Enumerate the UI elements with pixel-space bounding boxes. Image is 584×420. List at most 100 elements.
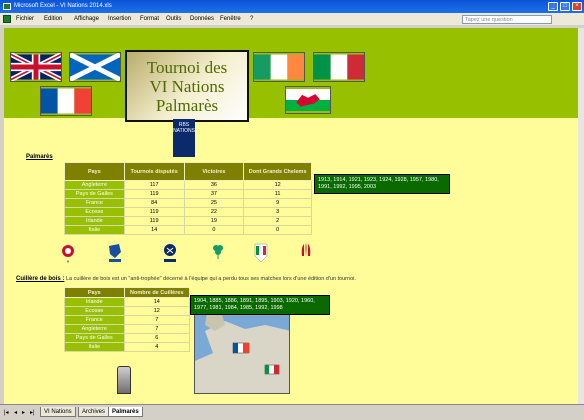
cell-victoires[interactable]: 19 (183, 216, 245, 226)
cell-cuilleres[interactable]: 4 (123, 342, 191, 352)
cuillere-table: Pays Nombre de Cuillères Irlande 14 Ecoss… (64, 287, 191, 352)
cell-tournois[interactable]: 117 (123, 180, 185, 190)
question-input[interactable]: Tapez une question (462, 15, 552, 24)
cell-cuilleres[interactable]: 12 (123, 306, 191, 316)
cuillere-label: Cuillère de bois : (16, 276, 65, 282)
tab-archives[interactable]: Archives (78, 407, 110, 417)
cell-tournois[interactable]: 119 (123, 207, 185, 217)
italy-fir-icon (254, 243, 268, 263)
cell-victoires[interactable]: 37 (183, 189, 245, 199)
cell-pays[interactable]: Italie (64, 342, 125, 352)
close-button[interactable]: × (572, 2, 582, 11)
cell-gc[interactable]: 11 (243, 189, 312, 199)
cell-gc[interactable]: 12 (243, 180, 312, 190)
ireland-flag-icon (253, 52, 305, 82)
last-sheet-nav-icon[interactable]: ▸| (30, 409, 35, 416)
menu-donnees[interactable]: Données (190, 13, 214, 25)
table-row: Pays de Galles 119 37 11 (64, 189, 312, 199)
cell-tournois[interactable]: 14 (123, 225, 185, 235)
cell-cuilleres[interactable]: 14 (123, 297, 191, 307)
france-flag-icon (40, 86, 92, 116)
col-header-pays: Pays (64, 162, 125, 181)
vertical-scrollbar[interactable] (578, 28, 584, 404)
cell-gc[interactable]: 0 (243, 225, 312, 235)
cell-pays[interactable]: Pays de Galles (64, 333, 125, 343)
scotland-flag-icon (69, 52, 121, 82)
worksheet[interactable]: Tournoi des VI Nations Palmarès RBS NATI… (4, 28, 578, 404)
cell-pays[interactable]: Ecosse (64, 306, 125, 316)
cell-pays[interactable]: Italie (64, 225, 125, 235)
col-header-victoires: Victoires (183, 162, 245, 181)
cell-victoires[interactable]: 25 (183, 198, 245, 208)
table-row: Ecosse 12 (64, 306, 191, 316)
menu-help[interactable]: ? (250, 13, 253, 25)
col-header-grands-chelems: Dont Grands Chelems (243, 162, 312, 181)
ffr-cockerel-icon (109, 244, 121, 262)
title-banner: Tournoi des VI Nations Palmarès (125, 50, 249, 122)
col-header-tournois: Tournois disputés (123, 162, 185, 181)
cell-tournois[interactable]: 84 (123, 198, 185, 208)
cell-pays[interactable]: Ecosse (64, 207, 125, 217)
england-flag-icon (10, 52, 62, 82)
sheet-tab-bar: |◂ ◂ ▸ ▸| VI Nations Archives Palmarès (0, 404, 584, 420)
col-header-pays: Pays (64, 287, 125, 298)
cell-cuilleres[interactable]: 7 (123, 324, 191, 334)
minimize-button[interactable]: _ (548, 2, 558, 11)
table-row: Angleterre 7 (64, 324, 191, 334)
cell-pays[interactable]: Irlande (64, 297, 125, 307)
cell-victoires[interactable]: 0 (183, 225, 245, 235)
menu-fichier[interactable]: Fichier (16, 13, 34, 25)
cell-pays[interactable]: Pays de Galles (64, 189, 125, 199)
cell-pays[interactable]: Angleterre (64, 180, 125, 190)
england-rose-icon: ⚘ (62, 245, 74, 264)
cell-victoires[interactable]: 22 (183, 207, 245, 217)
cell-cuilleres[interactable]: 6 (123, 333, 191, 343)
cell-pays[interactable]: France (64, 315, 125, 325)
menu-edition[interactable]: Edition (44, 13, 62, 25)
menu-outils[interactable]: Outils (166, 13, 181, 25)
cell-pays[interactable]: France (64, 198, 125, 208)
cell-gc[interactable]: 3 (243, 207, 312, 217)
table-row: Italie 4 (64, 342, 191, 352)
menu-insertion[interactable]: Insertion (108, 13, 131, 25)
wooden-spoon-trophy (117, 366, 131, 394)
maximize-button[interactable]: □ (560, 2, 570, 11)
cell-victoires[interactable]: 36 (183, 180, 245, 190)
banner-title: Tournoi des VI Nations Palmarès (146, 57, 228, 115)
map-image (195, 311, 289, 393)
cell-cuilleres[interactable]: 7 (123, 315, 191, 325)
table-row: Irlande 14 (64, 297, 191, 307)
menu-format[interactable]: Format (140, 13, 159, 25)
table-row: Ecosse 119 22 3 (64, 207, 312, 217)
cell-gc[interactable]: 9 (243, 198, 312, 208)
menu-fenetre[interactable]: Fenêtre (220, 13, 241, 25)
menu-affichage[interactable]: Affichage (74, 13, 99, 25)
menu-bar: Fichier Edition Affichage Insertion Form… (0, 13, 584, 25)
cell-pays[interactable]: Irlande (64, 216, 125, 226)
prev-sheet-nav-icon[interactable]: ◂ (14, 409, 17, 416)
title-bar: Microsoft Excel - VI Nations 2014.xls _ … (0, 0, 584, 13)
table-row: Angleterre 117 36 12 (64, 180, 312, 190)
table-row: Italie 14 0 0 (64, 225, 312, 235)
excel-window: Microsoft Excel - VI Nations 2014.xls _ … (0, 0, 584, 420)
scotland-thistle-icon (164, 244, 176, 262)
cell-gc[interactable]: 2 (243, 216, 312, 226)
next-sheet-nav-icon[interactable]: ▸ (22, 409, 25, 416)
excel-app-icon (3, 3, 11, 10)
cell-tournois[interactable]: 119 (123, 216, 185, 226)
tab-vi-nations[interactable]: VI Nations (40, 407, 76, 417)
workbook-icon (3, 15, 11, 23)
table-row: Irlande 119 19 2 (64, 216, 312, 226)
cell-tournois[interactable]: 119 (123, 189, 185, 199)
palmares-label: Palmarès (26, 154, 53, 160)
palmares-table: Pays Tournois disputés Victoires Dont Gr… (64, 162, 312, 235)
grand-chelem-comment: 1913, 1914, 1921, 1923, 1924, 1928, 1957… (314, 174, 450, 194)
table-row: France 84 25 9 (64, 198, 312, 208)
tab-palmares[interactable]: Palmarès (108, 407, 143, 417)
rbs-six-nations-logo: RBS NATIONS (173, 119, 195, 157)
first-sheet-nav-icon[interactable]: |◂ (4, 409, 9, 416)
window-title: Microsoft Excel - VI Nations 2014.xls (14, 3, 112, 9)
wales-feathers-icon (301, 243, 311, 256)
cell-pays[interactable]: Angleterre (64, 324, 125, 334)
italy-flag-icon (313, 52, 365, 82)
